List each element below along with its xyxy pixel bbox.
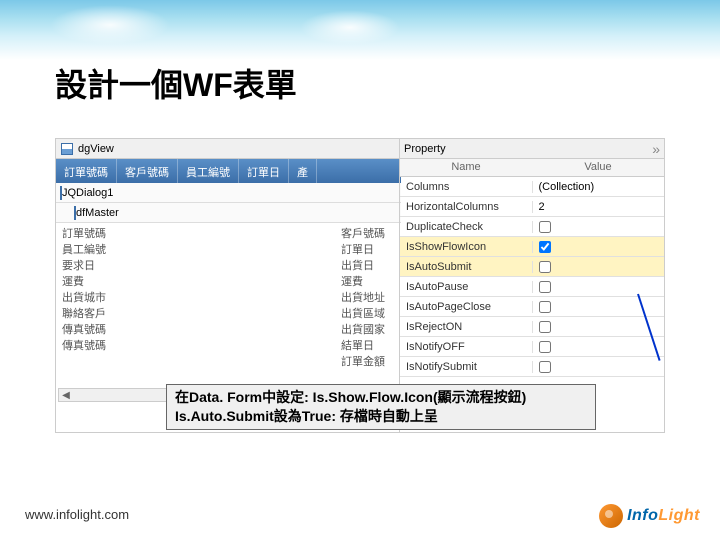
field-label: 員工編號 <box>62 242 106 258</box>
grid-col[interactable]: 產 <box>289 159 317 183</box>
property-value[interactable] <box>533 281 665 293</box>
property-grid-header: Name Value <box>400 159 664 177</box>
dfmaster-label: dfMaster <box>76 207 119 219</box>
property-value[interactable] <box>533 181 665 193</box>
property-row[interactable]: IsShowFlowIcon <box>400 237 664 257</box>
property-value[interactable] <box>533 321 665 333</box>
dgview-header[interactable]: dgView <box>56 139 401 159</box>
field-label: 要求日 <box>62 258 106 274</box>
slide-title: 設計一個WF表單 <box>55 60 297 106</box>
property-text-input[interactable] <box>539 201 659 213</box>
jqdialog-label: JQDialog1 <box>62 187 113 199</box>
property-value[interactable] <box>533 221 665 233</box>
logo-text: InfoLight <box>627 507 700 525</box>
dfmaster-header[interactable]: dfMaster <box>56 203 401 223</box>
prop-header-name: Name <box>400 159 532 176</box>
property-value[interactable] <box>533 201 665 213</box>
form-col-left: 訂單號碼 員工編號 要求日 運費 出貨城市 聯絡客戶 傳真號碼 傳真號碼 <box>62 226 106 370</box>
grid-col[interactable]: 客戶號碼 <box>117 159 178 183</box>
field-label: 客戶號碼 <box>341 226 385 242</box>
property-row[interactable]: DuplicateCheck <box>400 217 664 237</box>
property-name: IsAutoPageClose <box>400 301 533 313</box>
callout-line2: Is.Auto.Submit設為True: 存檔時自動上呈 <box>175 407 587 426</box>
jqdialog-header[interactable]: JQDialog1 <box>56 183 401 203</box>
property-checkbox[interactable] <box>539 281 551 293</box>
property-row[interactable]: IsAutoPause <box>400 277 664 297</box>
property-checkbox[interactable] <box>539 301 551 313</box>
field-label: 出貨區域 <box>341 306 385 322</box>
logo-icon <box>599 504 623 528</box>
property-name: IsAutoSubmit <box>400 261 533 273</box>
field-label: 訂單日 <box>341 242 385 258</box>
property-name: HorizontalColumns <box>400 201 533 213</box>
collapse-icon[interactable]: » <box>652 141 660 157</box>
grid-col[interactable]: 訂單號碼 <box>56 159 117 183</box>
property-row[interactable]: IsRejectON <box>400 317 664 337</box>
field-label: 運費 <box>62 274 106 290</box>
prop-header-value: Value <box>532 159 664 176</box>
property-value[interactable] <box>533 261 665 273</box>
property-checkbox[interactable] <box>539 321 551 333</box>
property-checkbox[interactable] <box>539 361 551 373</box>
property-row[interactable]: IsNotifySubmit <box>400 357 664 377</box>
form-fields: 訂單號碼 員工編號 要求日 運費 出貨城市 聯絡客戶 傳真號碼 傳真號碼 客戶號… <box>56 223 401 373</box>
grid-col[interactable]: 訂單日 <box>239 159 289 183</box>
scroll-left-icon[interactable]: ◀ <box>59 390 73 401</box>
property-name: IsShowFlowIcon <box>400 241 533 253</box>
grid-col[interactable]: 員工編號 <box>178 159 239 183</box>
footer-url: www.infolight.com <box>25 507 129 522</box>
property-row[interactable]: HorizontalColumns <box>400 197 664 217</box>
property-row[interactable]: IsNotifyOFF <box>400 337 664 357</box>
field-label: 傳真號碼 <box>62 338 106 354</box>
field-label: 運費 <box>341 274 385 290</box>
property-text-input[interactable] <box>539 181 659 193</box>
cloud-decoration <box>50 5 170 45</box>
property-panel-header: Property » <box>400 139 664 159</box>
field-label: 訂單號碼 <box>62 226 106 242</box>
property-name: Columns <box>400 181 533 193</box>
field-label: 出貨城市 <box>62 290 106 306</box>
grid-icon <box>60 142 74 156</box>
dgview-label: dgView <box>78 143 114 155</box>
property-value[interactable] <box>533 341 665 353</box>
field-label: 出貨日 <box>341 258 385 274</box>
property-value[interactable] <box>533 241 665 253</box>
property-row[interactable]: Columns <box>400 177 664 197</box>
property-checkbox[interactable] <box>539 241 551 253</box>
logo-text-info: Info <box>627 507 658 524</box>
form-col-right: 客戶號碼 訂單日 出貨日 運費 出貨地址 出貨區域 出貨國家 結單日 訂單金額 <box>341 226 395 370</box>
field-label: 聯絡客戶 <box>62 306 106 322</box>
field-label: 出貨地址 <box>341 290 385 306</box>
property-row[interactable]: IsAutoSubmit <box>400 257 664 277</box>
property-name: IsAutoPause <box>400 281 533 293</box>
grid-columns-header: 訂單號碼 客戶號碼 員工編號 訂單日 產 <box>56 159 401 183</box>
property-title: Property <box>404 143 446 155</box>
property-checkbox[interactable] <box>539 221 551 233</box>
property-value[interactable] <box>533 361 665 373</box>
callout-line1: 在Data. Form中設定: Is.Show.Flow.Icon(顯示流程按鈕… <box>175 388 587 407</box>
property-name: DuplicateCheck <box>400 221 533 233</box>
property-name: IsRejectON <box>400 321 533 333</box>
field-label: 出貨國家 <box>341 322 385 338</box>
property-row[interactable]: IsAutoPageClose <box>400 297 664 317</box>
property-name: IsNotifySubmit <box>400 361 533 373</box>
field-label: 傳真號碼 <box>62 322 106 338</box>
property-rows: Columns HorizontalColumns DuplicateCheck Is… <box>400 177 664 377</box>
footer-logo: InfoLight <box>599 504 700 528</box>
cloud-decoration <box>300 10 400 45</box>
annotation-callout: 在Data. Form中設定: Is.Show.Flow.Icon(顯示流程按鈕… <box>166 384 596 430</box>
field-label: 結單日 <box>341 338 385 354</box>
property-name: IsNotifyOFF <box>400 341 533 353</box>
field-label: 訂單金額 <box>341 354 385 370</box>
property-checkbox[interactable] <box>539 261 551 273</box>
designer-area: dgView 訂單號碼 客戶號碼 員工編號 訂單日 產 JQDialog1 df… <box>55 138 665 433</box>
property-checkbox[interactable] <box>539 341 551 353</box>
logo-text-light: Light <box>658 507 700 524</box>
